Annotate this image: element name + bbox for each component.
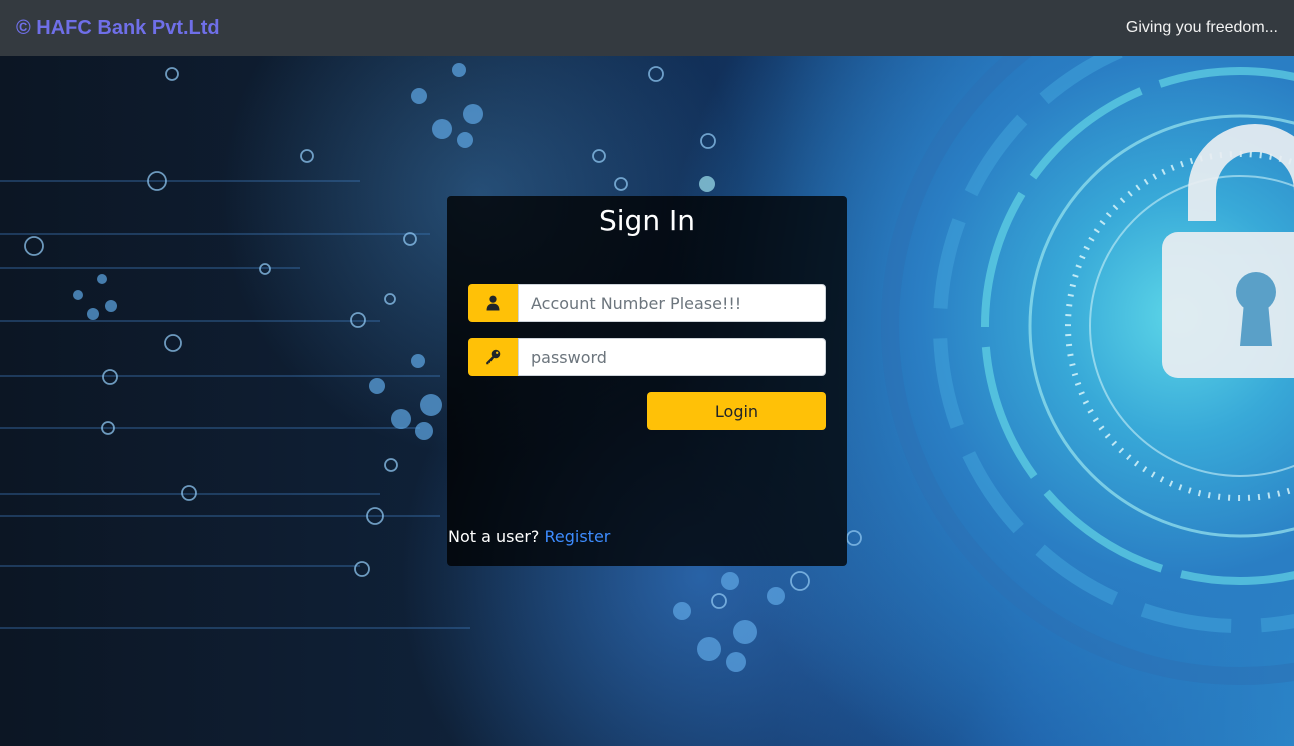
account-number-input[interactable] — [518, 284, 826, 322]
sign-in-title: Sign In — [599, 204, 695, 237]
tagline-text: Giving you freedom... — [1125, 19, 1278, 36]
password-group — [468, 338, 826, 376]
user-icon — [468, 284, 518, 322]
account-number-group — [468, 284, 826, 322]
sign-in-card: Sign In Login Not a user? Register — [447, 196, 847, 566]
login-button[interactable]: Login — [647, 392, 826, 430]
password-input[interactable] — [518, 338, 826, 376]
not-user-text: Not a user? — [448, 527, 540, 546]
register-prompt: Not a user? Register — [448, 527, 610, 546]
top-navbar: © HAFC Bank Pvt.Ltd Giving you freedom..… — [0, 0, 1294, 56]
brand-link[interactable]: © HAFC Bank Pvt.Ltd — [16, 17, 220, 40]
register-link[interactable]: Register — [545, 527, 611, 546]
key-icon — [468, 338, 518, 376]
